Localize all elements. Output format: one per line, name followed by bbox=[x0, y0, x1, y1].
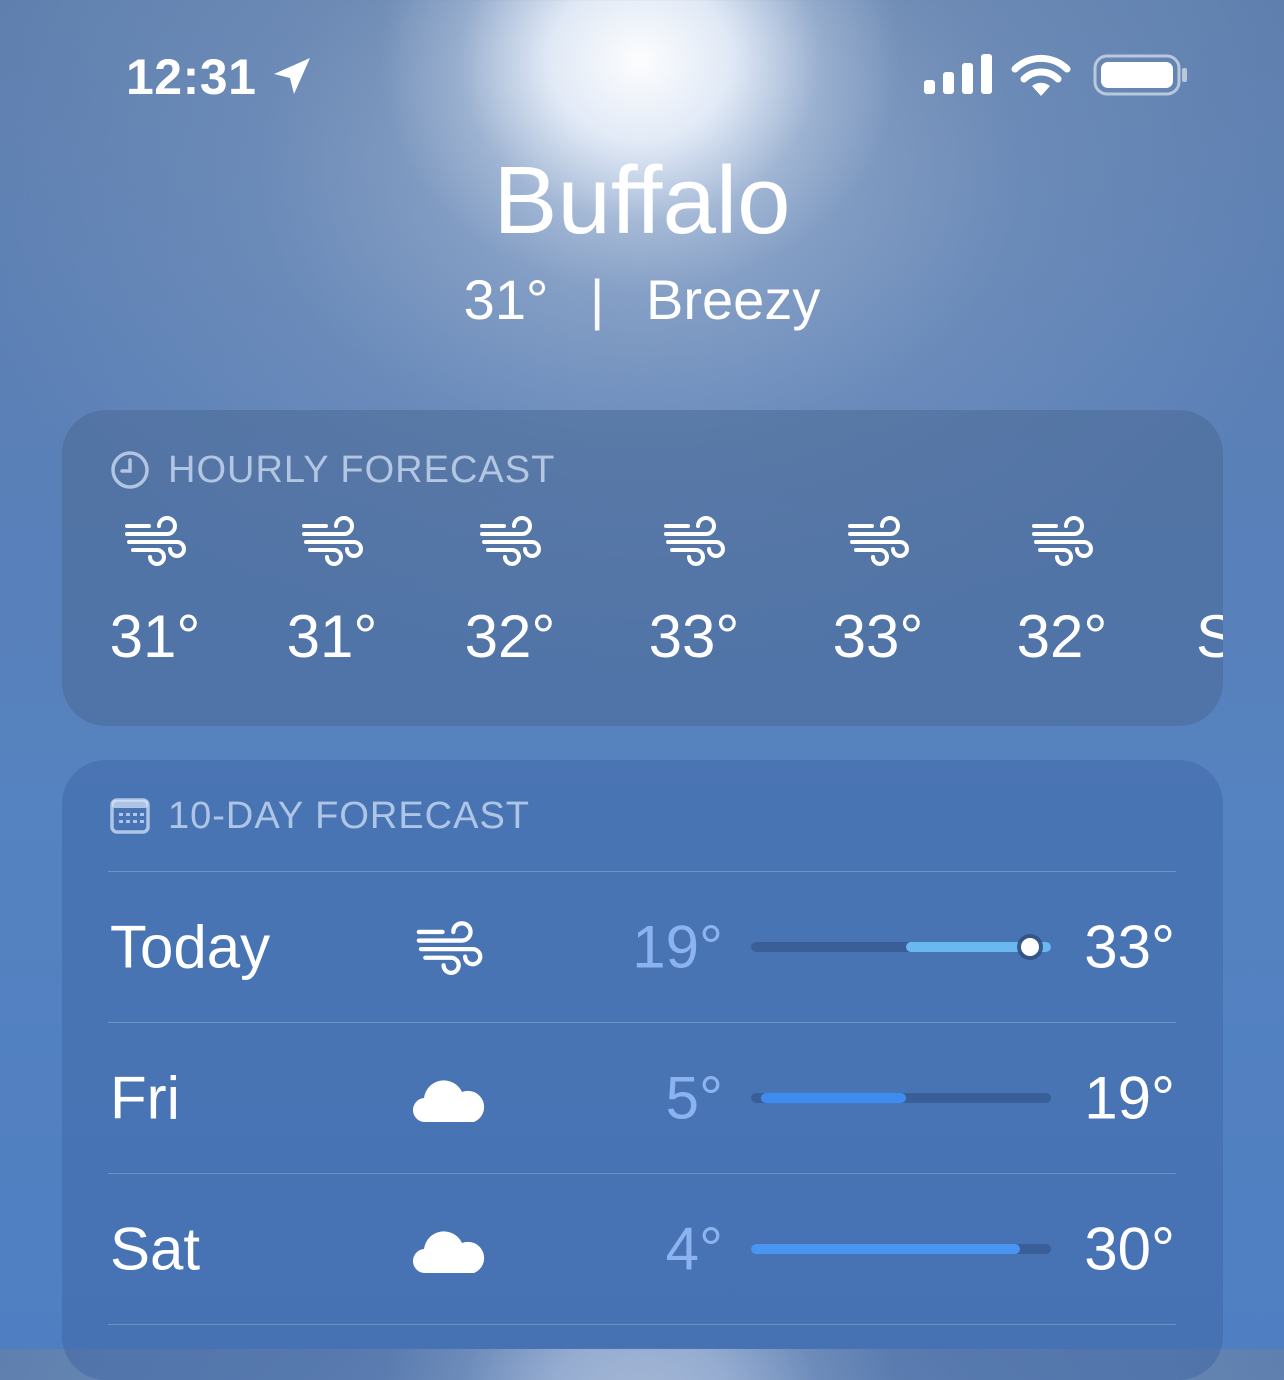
current-conditions: 31° | Breezy bbox=[0, 268, 1284, 332]
high-temp: 30° bbox=[1084, 1215, 1175, 1283]
high-temp: 19° bbox=[1084, 1064, 1175, 1132]
hourly-forecast-title: HOURLY FORECAST bbox=[168, 448, 556, 491]
wind-icon bbox=[302, 516, 363, 566]
temperature-range-bar bbox=[751, 938, 1051, 956]
cloud-icon bbox=[412, 1080, 485, 1123]
daily-row[interactable]: Sat 4° 30° bbox=[62, 1174, 1223, 1324]
temperature-range-bar bbox=[751, 1244, 1051, 1254]
day-label: Today bbox=[110, 913, 271, 981]
hourly-item[interactable]: 32° bbox=[987, 514, 1137, 672]
wind-icon bbox=[480, 516, 541, 566]
cellular-signal-icon bbox=[924, 54, 992, 94]
daily-row[interactable]: Fri 5° 19° bbox=[62, 1023, 1223, 1173]
location-arrow-icon bbox=[274, 58, 310, 94]
hourly-item[interactable]: 31° bbox=[257, 514, 407, 672]
low-temp: 5° bbox=[665, 1064, 723, 1132]
hourly-item[interactable]: S bbox=[1196, 514, 1223, 672]
ten-day-forecast-header: 10-DAY FORECAST bbox=[110, 794, 531, 837]
ten-day-forecast-card[interactable]: 10-DAY FORECAST Today 19° 33° Fri 5° 19°… bbox=[62, 760, 1223, 1380]
status-time: 12:31 bbox=[126, 49, 257, 105]
hourly-item[interactable]: 33° bbox=[803, 514, 953, 672]
hourly-item[interactable]: 32° bbox=[435, 514, 585, 672]
high-temp: 33° bbox=[1084, 913, 1175, 981]
battery-icon bbox=[1093, 54, 1187, 96]
hourly-item[interactable]: 33° bbox=[619, 514, 769, 672]
wind-icon bbox=[1032, 516, 1093, 566]
calendar-icon bbox=[110, 798, 150, 834]
temperature-range-fill bbox=[761, 1093, 907, 1103]
hourly-item[interactable]: 31° bbox=[80, 514, 230, 672]
hourly-temp: 32° bbox=[1016, 603, 1108, 670]
hourly-forecast-header: HOURLY FORECAST bbox=[110, 448, 556, 491]
hourly-temp: 32° bbox=[464, 603, 556, 670]
wind-icon bbox=[412, 919, 486, 975]
status-bar: 12:31 bbox=[0, 48, 1284, 108]
wind-icon bbox=[664, 516, 725, 566]
summary-separator: | bbox=[589, 268, 605, 331]
ten-day-forecast-title: 10-DAY FORECAST bbox=[168, 794, 531, 837]
current-condition: Breezy bbox=[646, 268, 821, 331]
wifi-icon bbox=[1011, 54, 1071, 96]
hourly-temp: 31° bbox=[109, 603, 201, 670]
wind-icon bbox=[125, 516, 186, 566]
hourly-forecast-card[interactable]: HOURLY FORECAST 31° 31° 32° 33° 33° 32° … bbox=[62, 410, 1223, 726]
current-temperature: 31° bbox=[463, 268, 549, 331]
low-temp: 19° bbox=[632, 913, 723, 981]
temperature-range-fill bbox=[751, 1244, 1020, 1254]
hourly-temp: S bbox=[1196, 603, 1223, 670]
low-temp: 4° bbox=[665, 1215, 723, 1283]
cloud-icon bbox=[412, 1231, 485, 1274]
wind-icon bbox=[848, 516, 909, 566]
divider bbox=[108, 1324, 1176, 1325]
city-name: Buffalo bbox=[493, 147, 791, 254]
day-label: Fri bbox=[110, 1064, 180, 1132]
clock-icon bbox=[111, 451, 149, 489]
temperature-range-bar bbox=[751, 1093, 1051, 1103]
current-temperature-dot bbox=[1021, 938, 1040, 956]
hourly-temp: 33° bbox=[832, 603, 924, 670]
hourly-temp: 33° bbox=[648, 603, 740, 670]
daily-row[interactable]: Today 19° 33° bbox=[62, 872, 1223, 1022]
day-label: Sat bbox=[110, 1215, 201, 1283]
hourly-temp: 31° bbox=[286, 603, 378, 670]
